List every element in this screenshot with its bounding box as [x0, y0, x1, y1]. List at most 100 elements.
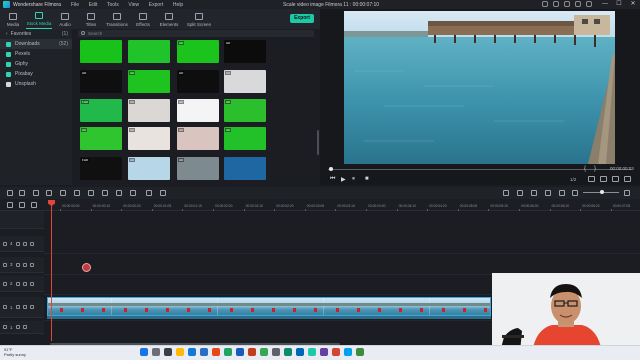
app2-icon[interactable] [284, 348, 292, 356]
marker-icon[interactable] [517, 190, 523, 196]
menu-help[interactable]: Help [173, 2, 183, 8]
media-thumbnail[interactable]: HD [128, 157, 170, 180]
tab-titles[interactable]: Titles [78, 9, 104, 29]
teams-icon[interactable] [320, 348, 328, 356]
snapshot-icon[interactable] [600, 176, 607, 182]
powerpoint-icon[interactable] [248, 348, 256, 356]
app5-icon[interactable] [356, 348, 364, 356]
lock-icon[interactable] [15, 325, 20, 329]
stop-button[interactable]: ■ [365, 176, 369, 182]
link-icon[interactable] [19, 202, 25, 208]
media-thumbnail[interactable]: HD [128, 99, 170, 122]
stabilize-icon[interactable] [160, 190, 166, 196]
media-thumbnail[interactable]: HD [224, 99, 266, 122]
minimize-button[interactable]: — [598, 0, 612, 9]
media-thumbnail[interactable]: HD [224, 127, 266, 150]
file-explorer-icon[interactable] [176, 348, 184, 356]
menu-export[interactable]: Export [149, 2, 163, 8]
mute-icon[interactable] [22, 325, 27, 329]
sidebar-item-giphy[interactable]: Giphy [0, 59, 72, 69]
lightbulb-icon[interactable] [542, 1, 548, 7]
zoom-slider-knob[interactable] [600, 190, 604, 194]
tab-media[interactable]: Media [0, 9, 26, 29]
mute-icon[interactable] [22, 262, 27, 267]
motion-tracking-icon[interactable] [130, 190, 136, 196]
search-taskbar-icon[interactable] [152, 348, 160, 356]
tab-stock-media[interactable]: Stock Media [26, 9, 52, 29]
edge-icon[interactable] [188, 348, 196, 356]
volume-icon[interactable] [612, 176, 619, 182]
mute-icon[interactable] [22, 281, 27, 286]
zoom-out-icon[interactable] [572, 190, 578, 196]
maximize-button[interactable]: ☐ [612, 0, 626, 9]
mail-app-icon[interactable] [296, 348, 304, 356]
media-thumbnail[interactable]: HD [128, 70, 170, 93]
word-icon[interactable] [236, 348, 244, 356]
sidebar-item-unsplash[interactable]: Unsplash [0, 79, 72, 89]
snapshot-frame-icon[interactable] [559, 190, 565, 196]
preview-ratio[interactable]: 1/2 [570, 177, 576, 182]
menu-edit[interactable]: Edit [89, 2, 98, 8]
voiceover-icon[interactable] [531, 190, 537, 196]
media-thumbnail[interactable]: HD [128, 127, 170, 150]
lock-icon[interactable] [15, 281, 20, 286]
weather-widget[interactable]: 91°F Partly sunny [4, 347, 26, 357]
eye-icon[interactable] [29, 262, 34, 267]
photos-icon[interactable] [272, 348, 280, 356]
eye-icon[interactable] [29, 281, 34, 286]
media-thumbnail[interactable]: HD [177, 127, 219, 150]
mark-in-out[interactable]: {} [584, 166, 604, 172]
delete-icon[interactable] [33, 190, 39, 196]
download-icon[interactable] [586, 1, 592, 7]
eye-icon[interactable] [29, 305, 34, 309]
media-scrollbar[interactable] [317, 130, 319, 155]
media-thumbnail[interactable] [224, 157, 266, 180]
tab-split-screen[interactable]: Split Screen [182, 9, 216, 29]
lock-icon[interactable] [15, 262, 20, 267]
tab-elements[interactable]: Elements [156, 9, 182, 29]
add-track-icon[interactable] [7, 202, 13, 208]
media-thumbnail[interactable]: HD [224, 70, 266, 93]
preview-video[interactable] [344, 11, 615, 164]
media-thumbnail[interactable]: HD [80, 127, 122, 150]
chrome-icon[interactable] [260, 348, 268, 356]
video-clip[interactable] [47, 297, 491, 316]
media-thumbnail[interactable]: HD [177, 157, 219, 180]
tab-transitions[interactable]: Transitions [104, 9, 130, 29]
media-thumbnail[interactable]: FHD [80, 99, 122, 122]
menu-tools[interactable]: Tools [107, 2, 119, 8]
media-thumbnail[interactable]: HD [177, 99, 219, 122]
playhead[interactable] [51, 200, 52, 341]
audio-adjust-icon[interactable] [102, 190, 108, 196]
mixer-icon[interactable] [545, 190, 551, 196]
lock-icon[interactable] [15, 305, 20, 309]
task-view-icon[interactable] [164, 348, 172, 356]
menu-view[interactable]: View [128, 2, 139, 8]
media-thumbnail[interactable]: HD [80, 70, 122, 93]
play-button[interactable]: ▶ [341, 176, 346, 183]
windows-start-icon[interactable] [140, 348, 148, 356]
app3-icon[interactable] [332, 348, 340, 356]
sidebar-item-downloads[interactable]: Downloads (52) [0, 39, 72, 49]
tab-audio[interactable]: Audio [52, 9, 78, 29]
mail-icon[interactable] [575, 1, 581, 7]
media-thumbnail[interactable]: HD [177, 70, 219, 93]
prev-frame-button[interactable]: ⏮ [330, 176, 335, 183]
green-screen-icon[interactable] [116, 190, 122, 196]
cloud-icon[interactable] [564, 1, 570, 7]
media-thumbnail[interactable]: FHD [80, 157, 122, 180]
monitor-icon[interactable] [588, 176, 595, 182]
snap-icon[interactable] [31, 202, 37, 208]
pause-button[interactable]: ⏸ [352, 176, 355, 183]
undo-icon[interactable] [7, 190, 13, 196]
search-input[interactable]: Search [78, 30, 314, 37]
keyframe-icon[interactable] [146, 190, 152, 196]
render-icon[interactable] [503, 190, 509, 196]
fullscreen-icon[interactable] [624, 176, 631, 182]
app-icon[interactable] [212, 348, 220, 356]
redo-icon[interactable] [19, 190, 25, 196]
media-thumbnail[interactable] [80, 40, 122, 63]
app4-icon[interactable] [344, 348, 352, 356]
close-button[interactable]: ✕ [626, 0, 640, 9]
cut-icon[interactable] [46, 190, 52, 196]
